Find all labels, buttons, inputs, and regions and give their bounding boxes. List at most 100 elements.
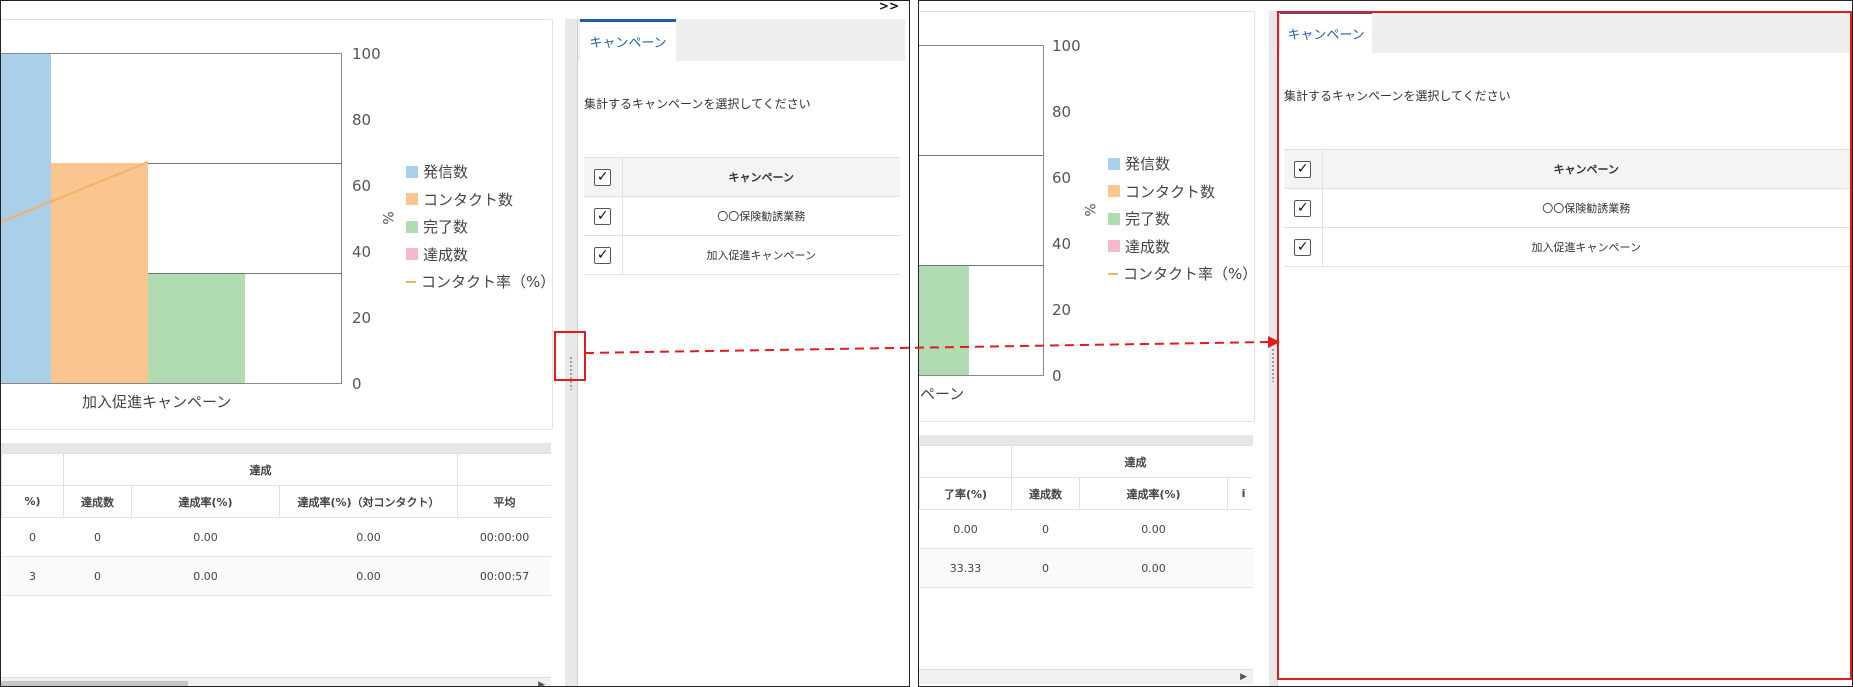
table-row[interactable]: 33.33 0 0.00 [919,548,1253,588]
chart-legend: 発信数 コンタクト数 完了数 達成数 コンタクト率（%） [406,158,555,296]
table-row[interactable]: 3 0 0.00 0.00 00:00:57 [1,556,551,596]
table-cell: 0.00 [279,556,458,596]
legend-label: コンタクト率（%） [421,273,556,292]
tab-campaign[interactable]: キャンペーン [580,19,676,61]
scrollbar-thumb[interactable] [1,681,188,686]
table-cell: 0 [63,556,132,596]
bar-kanryo [919,266,969,375]
legend-item[interactable]: コンタクト数 [1108,178,1257,206]
row-checkbox[interactable]: ✓ [584,235,623,275]
axis-unit-label: % [381,211,398,225]
grid-col-header[interactable]: 達成率(%) [1079,477,1228,510]
legend-label: 発信数 [423,163,469,182]
axis-unit-label: % [1083,203,1100,217]
ytick-20: 20 [1052,301,1072,319]
after-screenshot: 100 80 60 40 20 0 % ペーン 発信数 コンタクト数 完了数 達… [918,0,1853,687]
table-cell: 3 [1,556,64,596]
grid-col-header[interactable]: 達成数 [63,485,132,518]
campaign-header: キャンペーン [622,157,900,197]
results-table: 達成 %) 達成数 達成率(%) 達成率(%)（対コンタクト） 平均 0 0 0… [1,453,551,596]
row-checkbox[interactable]: ✓ [584,196,623,236]
scroll-right-arrow-icon[interactable]: ▶ [1240,670,1247,684]
legend-swatch [1108,157,1120,170]
ytick-60: 60 [352,177,372,195]
grid-col-header[interactable]: i [1226,477,1253,510]
legend-item[interactable]: 達成数 [1108,233,1257,261]
chart-legend: 発信数 コンタクト数 完了数 達成数 コンタクト率（%） [1108,150,1257,288]
horizontal-scrollbar[interactable]: ▶ [919,669,1253,684]
select-all-checkbox[interactable]: ✓ [584,157,623,197]
grid-col-header[interactable]: 平均 [457,485,551,518]
legend-item[interactable]: コンタクト率（%） [1108,260,1257,288]
splitter-highlight [554,331,586,381]
list-item[interactable]: ✓ 加入促進キャンペーン [584,235,900,275]
campaign-name: 加入促進キャンペーン [622,235,900,275]
legend-swatch [406,165,418,178]
legend-item[interactable]: 完了数 [1108,205,1257,233]
checkmark-icon: ✓ [594,207,612,225]
table-cell: 0.00 [919,509,1012,549]
table-cell: 33.33 [919,548,1012,588]
grid-col-header[interactable]: 達成率(%) [131,485,280,518]
table-cell: 0.00 [131,556,280,596]
legend-line-swatch [1108,272,1118,275]
legend-swatch [1108,212,1120,225]
grid-col-header[interactable]: 了率(%) [919,477,1012,510]
legend-label: コンタクト数 [1125,182,1216,201]
legend-swatch [406,193,418,206]
results-grid: 達成 了率(%) 達成数 達成率(%) i 0.00 0 0.00 33.33 … [919,435,1253,684]
ytick-20: 20 [352,309,372,327]
tab-bar: キャンペーン [578,19,905,61]
ytick-100: 100 [1052,37,1081,55]
gridline [919,155,1043,156]
results-grid: 達成 %) 達成数 達成率(%) 達成率(%)（対コンタクト） 平均 0 0 0… [1,443,551,686]
legend-item[interactable]: 発信数 [1108,150,1257,178]
legend-label: コンタクト率（%） [1123,265,1258,284]
campaign-name: 〇〇保険勧誘業務 [622,196,900,236]
campaign-panel: キャンペーン 集計するキャンペーンを選択してください ✓ キャンペーン ✓ 〇〇… [577,19,905,686]
ytick-60: 60 [1052,169,1072,187]
splitter-grip-icon[interactable] [1271,348,1275,382]
contact-rate-line [1,161,149,223]
table-cell: 0 [1011,509,1080,549]
ytick-80: 80 [352,111,372,129]
results-table: 達成 了率(%) 達成数 達成率(%) i 0.00 0 0.00 33.33 … [919,445,1253,588]
grid-col-header[interactable]: 達成数 [1011,477,1080,510]
ytick-80: 80 [1052,103,1072,121]
grid-col-header[interactable]: %) [1,485,64,518]
table-row[interactable]: 0 0 0.00 0.00 00:00:00 [1,517,551,557]
chart-card: 100 80 60 40 20 0 % 加入促進キャンペーン 発信数 コンタクト… [1,19,555,430]
table-cell [1227,548,1253,588]
checkmark-icon: ✓ [594,168,612,186]
table-cell: 0 [1,517,64,557]
expanded-panel-highlight [1277,11,1852,680]
table-cell: 0.00 [131,517,280,557]
legend-label: 達成数 [423,245,469,264]
chart-plot-area [919,45,1044,376]
table-cell: 00:00:57 [457,556,551,596]
legend-swatch [1108,185,1120,198]
legend-item[interactable]: コンタクト率（%） [406,268,555,296]
list-item[interactable]: ✓ 〇〇保険勧誘業務 [584,196,900,236]
expand-toggle[interactable]: >> [879,1,899,13]
panel-splitter[interactable] [1269,11,1277,686]
before-screenshot: >> 100 80 60 40 20 0 % 加入促進キャンペーン 発信数 コン… [0,0,910,687]
checkmark-icon: ✓ [594,246,612,264]
grid-group-header: 達成 [1010,445,1253,478]
legend-item[interactable]: 発信数 [406,158,555,186]
legend-item[interactable]: 完了数 [406,213,555,241]
table-cell: 0 [1011,548,1080,588]
table-row[interactable]: 0.00 0 0.00 [919,509,1253,549]
table-cell [1227,509,1253,549]
campaign-table: ✓ キャンペーン ✓ 〇〇保険勧誘業務 ✓ 加入促進キャンペーン [584,157,900,275]
legend-item[interactable]: コンタクト数 [406,186,555,214]
legend-swatch [1108,240,1120,253]
chart-plot-area [1,53,342,384]
grid-group-empty [1,453,64,486]
horizontal-scrollbar[interactable]: ▶ [1,677,551,686]
scroll-right-arrow-icon[interactable]: ▶ [538,678,545,686]
table-cell: 0.00 [279,517,458,557]
legend-item[interactable]: 達成数 [406,241,555,269]
grid-col-header[interactable]: 達成率(%)（対コンタクト） [278,485,459,518]
legend-label: 完了数 [423,218,469,237]
